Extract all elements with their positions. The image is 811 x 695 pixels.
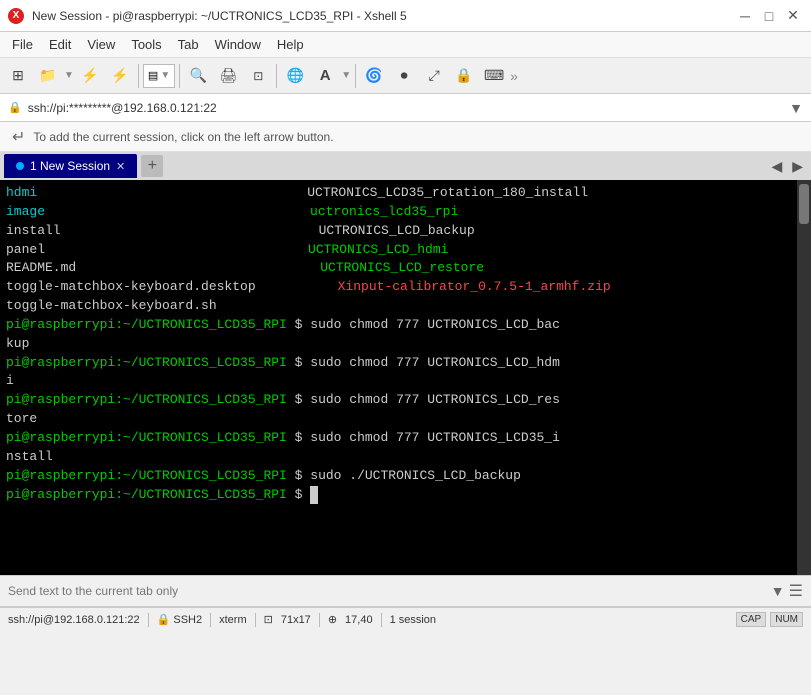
disconnect-button[interactable]: ⚡ xyxy=(106,62,134,90)
terminal-text: tore xyxy=(6,411,37,426)
status-bar: ssh://pi@192.168.0.121:22 🔒 SSH2 xterm ⊡… xyxy=(0,607,811,631)
session-tab[interactable]: 1 New Session ✕ xyxy=(4,154,137,178)
terminal-scrollbar[interactable] xyxy=(797,180,811,575)
terminal-text: i xyxy=(6,373,14,388)
spiral-button[interactable]: 🌀 xyxy=(360,62,388,90)
status-sep-3 xyxy=(255,613,256,627)
tab-label: 1 New Session xyxy=(30,159,110,173)
tab-next-button[interactable]: ▶ xyxy=(788,158,807,175)
status-pos-icon: ⊕ xyxy=(328,613,337,626)
scrollbar-thumb[interactable] xyxy=(799,184,809,224)
window-controls: ─ □ ✕ xyxy=(735,6,803,26)
window-title: New Session - pi@raspberrypi: ~/UCTRONIC… xyxy=(32,9,407,23)
menu-tab[interactable]: Tab xyxy=(170,35,207,54)
lock-status-icon: 🔒 xyxy=(157,613,171,626)
keyboard-button[interactable]: ⌨ xyxy=(480,62,508,90)
toolbar-separator-2 xyxy=(179,64,180,88)
session-dropdown[interactable]: ▤ ▼ xyxy=(143,64,175,88)
address-text: ssh://pi:*********@192.168.0.121:22 xyxy=(28,101,789,115)
connect-button[interactable]: ⚡ xyxy=(76,62,104,90)
connection-text: ssh://pi@192.168.0.121:22 xyxy=(8,614,140,626)
toolbar-overflow[interactable]: » xyxy=(510,68,518,84)
tab-dot-icon xyxy=(16,162,24,170)
menu-edit[interactable]: Edit xyxy=(41,35,79,54)
title-bar: X New Session - pi@raspberrypi: ~/UCTRON… xyxy=(0,0,811,32)
add-session-arrow-icon[interactable]: ↵ xyxy=(12,127,25,147)
new-session-toolbar-button[interactable]: ⊞ xyxy=(4,62,32,90)
toolbar-separator-4 xyxy=(355,64,356,88)
add-tab-button[interactable]: + xyxy=(141,155,163,177)
cap-num-indicator: CAP NUM xyxy=(736,612,803,627)
status-terminal: xterm xyxy=(219,614,247,626)
status-size: 71x17 xyxy=(281,614,311,626)
status-size-icon: ⊡ xyxy=(264,613,273,626)
terminal-text: install xyxy=(6,223,61,238)
close-button[interactable]: ✕ xyxy=(783,6,803,26)
status-protocol: 🔒 SSH2 xyxy=(157,613,202,626)
print-button[interactable]: 🖨 xyxy=(214,62,242,90)
terminal-text: nstall xyxy=(6,449,53,464)
tab-bar: 1 New Session ✕ + ◀ ▶ xyxy=(0,152,811,180)
status-sep-2 xyxy=(210,613,211,627)
minimize-button[interactable]: ─ xyxy=(735,6,755,26)
terminal-text: hdmi xyxy=(6,185,37,200)
terminal-text: toggle-matchbox-keyboard.sh xyxy=(6,298,217,313)
terminal-prompt: pi@raspberrypi:~/UCTRONICS_LCD35_RPI xyxy=(6,430,287,445)
menu-window[interactable]: Window xyxy=(207,35,269,54)
info-text: To add the current session, click on the… xyxy=(33,130,333,144)
terminal-text: README.md xyxy=(6,260,76,275)
tab-nav: ◀ ▶ xyxy=(767,158,807,175)
info-bar: ↵ To add the current session, click on t… xyxy=(0,122,811,152)
terminal-prompt: pi@raspberrypi:~/UCTRONICS_LCD35_RPI xyxy=(6,468,287,483)
terminal-text: kup xyxy=(6,336,29,351)
maximize-button[interactable]: □ xyxy=(759,6,779,26)
send-dropdown-arrow[interactable]: ▼ xyxy=(771,583,785,599)
open-button[interactable]: 📁 xyxy=(34,62,62,90)
tab-close-icon[interactable]: ✕ xyxy=(116,160,125,173)
send-text-input[interactable] xyxy=(8,584,767,598)
address-bar: 🔒 ssh://pi:*********@192.168.0.121:22 ▼ xyxy=(0,94,811,122)
send-text-bar: ▼ ☰ xyxy=(0,575,811,607)
terminal-prompt: pi@raspberrypi:~/UCTRONICS_LCD35_RPI xyxy=(6,487,287,502)
status-sessions: 1 session xyxy=(390,614,436,626)
app-icon: X xyxy=(8,8,24,24)
toolbar-separator-1 xyxy=(138,64,139,88)
menu-bar: File Edit View Tools Tab Window Help xyxy=(0,32,811,58)
terminal-area[interactable]: hdmiUCTRONICS_LCD35_rotation_180_install… xyxy=(0,180,811,575)
status-sep-5 xyxy=(381,613,382,627)
terminal-prompt: pi@raspberrypi:~/UCTRONICS_LCD35_RPI xyxy=(6,355,287,370)
record-button[interactable]: ⏺ xyxy=(390,62,418,90)
num-label: NUM xyxy=(770,612,803,627)
terminal-prompt: pi@raspberrypi:~/UCTRONICS_LCD35_RPI xyxy=(6,317,287,332)
terminal-text: panel xyxy=(6,242,45,257)
terminal-text: image xyxy=(6,204,45,219)
lock-button[interactable]: 🔒 xyxy=(450,62,478,90)
status-position: 17,40 xyxy=(345,614,373,626)
menu-file[interactable]: File xyxy=(4,35,41,54)
send-menu-icon[interactable]: ☰ xyxy=(789,581,803,601)
status-connection: ssh://pi@192.168.0.121:22 xyxy=(8,614,140,626)
font-button[interactable]: A xyxy=(311,62,339,90)
status-sep-1 xyxy=(148,613,149,627)
status-sep-4 xyxy=(319,613,320,627)
menu-help[interactable]: Help xyxy=(269,35,312,54)
globe-button[interactable]: 🌐 xyxy=(281,62,309,90)
fullscreen-button[interactable]: ⤢ xyxy=(420,62,448,90)
menu-view[interactable]: View xyxy=(79,35,123,54)
toolbar: ⊞ 📁 ▼ ⚡ ⚡ ▤ ▼ 🔍 🖨 ⊡ 🌐 A ▼ 🌀 ⏺ ⤢ 🔒 ⌨ » xyxy=(0,58,811,94)
print2-button[interactable]: ⊡ xyxy=(244,62,272,90)
menu-tools[interactable]: Tools xyxy=(123,35,169,54)
toolbar-separator-3 xyxy=(276,64,277,88)
terminal-text: toggle-matchbox-keyboard.desktop xyxy=(6,279,256,294)
tab-prev-button[interactable]: ◀ xyxy=(767,158,786,175)
lock-icon: 🔒 xyxy=(8,101,22,114)
address-dropdown-arrow[interactable]: ▼ xyxy=(789,100,803,116)
cap-label: CAP xyxy=(736,612,767,627)
status-right: CAP NUM xyxy=(736,612,803,627)
terminal-prompt: pi@raspberrypi:~/UCTRONICS_LCD35_RPI xyxy=(6,392,287,407)
search-button[interactable]: 🔍 xyxy=(184,62,212,90)
cursor xyxy=(310,486,318,505)
